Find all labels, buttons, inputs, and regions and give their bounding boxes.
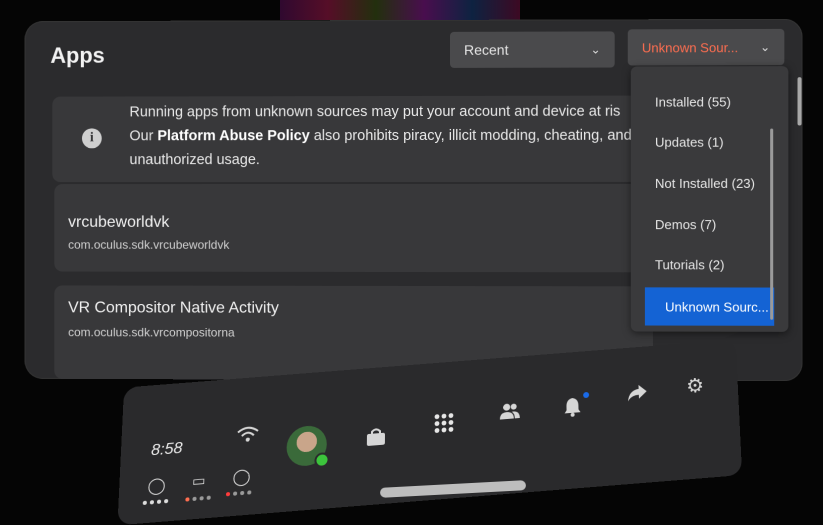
battery-dots-left	[142, 498, 169, 506]
filter-menu: Installed (55) Updates (1) Not Installed…	[630, 66, 789, 332]
share-icon[interactable]	[627, 383, 648, 407]
people-icon[interactable]	[499, 401, 520, 425]
chevron-down-icon: ⌄	[590, 42, 601, 57]
filter-dropdown[interactable]: Unknown Sour... ⌄	[627, 28, 785, 66]
unknown-sources-warning: i Running apps from unknown sources may …	[52, 95, 651, 183]
page-title: Apps	[50, 42, 105, 68]
bell-icon[interactable]	[563, 396, 581, 422]
controller-right-icon[interactable]: ◯	[232, 466, 251, 488]
filter-option-unknown-sources[interactable]: Unknown Sourc...	[644, 287, 775, 326]
info-icon: i	[81, 128, 102, 149]
filter-option-not-installed[interactable]: Not Installed (23)	[631, 164, 778, 202]
notification-badge	[583, 391, 590, 399]
headset-icon[interactable]: ▭	[192, 472, 206, 490]
app-name: vrcubeworldvk	[68, 213, 170, 231]
warning-line-3: unauthorized usage.	[129, 152, 260, 169]
app-name: VR Compositor Native Activity	[68, 299, 279, 317]
sort-dropdown[interactable]: Recent ⌄	[450, 31, 615, 68]
app-list-item[interactable]: vrcubeworldvk com.oculus.sdk.vrcubeworld…	[54, 183, 653, 273]
warning-text: Running apps from unknown sources may pu…	[129, 100, 650, 173]
warning-line-2-suffix: also prohibits piracy, illicit modding, …	[309, 127, 632, 145]
filter-menu-scrollbar[interactable]	[770, 128, 774, 320]
wifi-icon[interactable]	[236, 426, 259, 449]
filter-option-tutorials[interactable]: Tutorials (2)	[631, 245, 778, 283]
sort-dropdown-value: Recent	[464, 41, 509, 58]
warning-line-1: Running apps from unknown sources may pu…	[129, 103, 621, 121]
apps-panel: Apps Recent ⌄ Unknown Sour... ⌄ i Runnin…	[24, 18, 803, 382]
background-art	[280, 0, 520, 20]
controller-left-icon[interactable]: ◯	[147, 475, 166, 497]
settings-icon[interactable]: ⚙	[686, 373, 705, 399]
panel-scrollbar[interactable]	[797, 77, 802, 126]
filter-option-installed[interactable]: Installed (55)	[631, 82, 778, 120]
store-icon[interactable]	[366, 428, 386, 452]
battery-dots-right	[225, 490, 252, 497]
filter-dropdown-value: Unknown Sour...	[641, 39, 739, 55]
battery-dots-headset	[185, 495, 211, 502]
platform-abuse-policy-link[interactable]: Platform Abuse Policy	[157, 128, 309, 144]
online-status-icon	[314, 451, 330, 469]
filter-option-demos[interactable]: Demos (7)	[631, 205, 778, 243]
warning-line-2-prefix: Our	[129, 128, 158, 145]
app-package: com.oculus.sdk.vrcompositorna	[68, 325, 235, 340]
app-package: com.oculus.sdk.vrcubeworldvk	[68, 237, 230, 252]
clock: 8:58	[150, 439, 183, 460]
chevron-down-icon: ⌄	[759, 40, 771, 55]
filter-option-updates[interactable]: Updates (1)	[631, 123, 778, 161]
warning-line-2: Our Platform Abuse Policy also prohibits…	[129, 124, 650, 149]
apps-grid-icon[interactable]	[434, 412, 454, 438]
